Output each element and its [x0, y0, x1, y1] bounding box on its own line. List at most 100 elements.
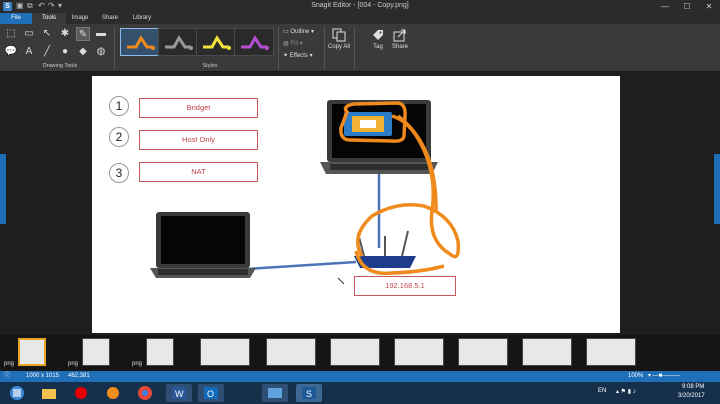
- tray-thumb-7[interactable]: [394, 338, 444, 366]
- svg-text:S: S: [306, 389, 312, 399]
- zoom-level[interactable]: 100%: [628, 371, 643, 382]
- step-tool-icon[interactable]: ●: [58, 45, 72, 59]
- minimize-button[interactable]: —: [654, 0, 676, 13]
- yellow-pen-style-icon: [203, 35, 231, 50]
- file-explorer-icon[interactable]: [36, 384, 62, 402]
- windows-taskbar: W O S EN ▴ ⚑ ▮ ♪ 9:08 PM 3/20/2017: [0, 382, 720, 404]
- cursor-icon: [337, 277, 345, 285]
- tray-thumb-1[interactable]: [18, 338, 46, 366]
- selection-tool-icon[interactable]: ⬚: [4, 27, 18, 41]
- tray-label: png: [132, 361, 143, 367]
- tray-thumb-9[interactable]: [522, 338, 572, 366]
- copy-all-label: Copy All: [327, 44, 350, 50]
- tray-thumb-3[interactable]: [146, 338, 174, 366]
- effects-label: Effects: [289, 53, 308, 59]
- windows-explorer-icon[interactable]: [262, 384, 288, 402]
- tray-thumb-5[interactable]: [266, 338, 316, 366]
- media-player-icon[interactable]: [100, 384, 126, 402]
- zoom-slider[interactable]: ▾ —■———: [648, 371, 680, 382]
- tray-thumb-4[interactable]: [200, 338, 250, 366]
- callout-tool-icon[interactable]: ▭: [22, 27, 36, 41]
- speech-bubble-icon[interactable]: 💬: [4, 45, 18, 59]
- share-icon: [393, 29, 406, 42]
- style-yellow[interactable]: [196, 28, 236, 56]
- vodafone-icon[interactable]: [68, 384, 94, 402]
- language-indicator[interactable]: EN: [598, 388, 606, 394]
- tab-file[interactable]: File: [0, 13, 32, 24]
- outline-label: Outline: [290, 29, 310, 35]
- clock-date[interactable]: 3/20/2017: [678, 393, 705, 399]
- tray-label: png: [4, 361, 15, 367]
- tag-button[interactable]: Tag: [366, 28, 390, 50]
- svg-text:W: W: [175, 389, 184, 399]
- tray-thumb-2[interactable]: [82, 338, 110, 366]
- share-button[interactable]: Share: [388, 28, 412, 50]
- system-tray-icons[interactable]: ▴ ⚑ ▮ ♪: [616, 388, 636, 395]
- image-canvas[interactable]: 1 2 3 Bridget Host Only NAT 192.168.5.1: [92, 76, 620, 333]
- window-title: Snagit Editor - [004 - Copy.png]: [311, 2, 409, 9]
- ribbon: ⬚ ▭ ↖ ✱ ✎ ▬ 💬 A ╱ ● ◆ ◍ Drawing Tools St…: [0, 24, 720, 72]
- effects-icon: ✦: [283, 53, 290, 59]
- arrow-tool-icon[interactable]: ↖: [40, 27, 54, 41]
- styles-label: Styles: [202, 63, 218, 69]
- svg-text:O: O: [207, 389, 214, 399]
- snagit-editor-window: S ▣ ⧉ ↶ ↷ ▾ Snagit Editor - [004 - Copy.…: [0, 0, 720, 404]
- style-orange[interactable]: [120, 28, 160, 56]
- tab-library[interactable]: Library: [126, 13, 158, 24]
- outlook-icon[interactable]: O: [198, 384, 224, 402]
- divider: [354, 26, 355, 70]
- maximize-button[interactable]: ☐: [676, 0, 698, 13]
- tray-thumb-10[interactable]: [586, 338, 636, 366]
- divider: [278, 26, 279, 70]
- tag-icon: [373, 30, 383, 40]
- workspace: 1 2 3 Bridget Host Only NAT 192.168.5.1: [0, 72, 720, 335]
- clock-time[interactable]: 9:08 PM: [682, 384, 704, 390]
- orange-pen-style-icon: [127, 35, 155, 50]
- tray-label: png: [68, 361, 79, 367]
- drawing-tools-group: ⬚ ▭ ↖ ✱ ✎ ▬ 💬 A ╱ ● ◆ ◍: [4, 27, 112, 61]
- title-bar: S ▣ ⧉ ↶ ↷ ▾ Snagit Editor - [004 - Copy.…: [0, 0, 720, 13]
- effects-button[interactable]: ✦ Effects ▾: [283, 52, 313, 59]
- tab-share[interactable]: Share: [96, 13, 124, 24]
- ribbon-tabs: File Tools Image Share Library: [0, 13, 720, 24]
- tray-thumb-6[interactable]: [330, 338, 380, 366]
- gray-pen-style-icon: [165, 35, 193, 50]
- word-icon[interactable]: W: [166, 384, 192, 402]
- tray-thumb-8[interactable]: [458, 338, 508, 366]
- drawing-tools-label: Drawing Tools: [42, 63, 78, 69]
- left-panel-toggle[interactable]: [0, 154, 6, 224]
- pen-tool-icon[interactable]: ✎: [76, 27, 90, 41]
- eraser-tool-icon[interactable]: ◆: [76, 45, 90, 59]
- text-tool-icon[interactable]: A: [22, 45, 36, 59]
- router-icon: [354, 230, 416, 268]
- share-label: Share: [391, 44, 408, 50]
- copy-all-icon: [332, 28, 346, 42]
- thumbnail-tray: png png png: [0, 335, 720, 371]
- stamp-tool-icon[interactable]: ✱: [58, 27, 72, 41]
- top-laptop-icon: [320, 100, 438, 174]
- chrome-icon[interactable]: [132, 384, 158, 402]
- divider: [114, 26, 115, 70]
- tag-label: Tag: [373, 44, 383, 50]
- outline-button[interactable]: ▭ Outline ▾: [283, 28, 314, 35]
- tab-image[interactable]: Image: [66, 13, 94, 24]
- tab-tools[interactable]: Tools: [32, 13, 66, 24]
- style-purple[interactable]: [234, 28, 274, 56]
- status-bar: ⓘ 1000 x 1015 462,381 100% ▾ —■———: [0, 371, 720, 382]
- cursor-coordinates: 462,381: [68, 373, 90, 379]
- windows-start-icon[interactable]: [4, 384, 30, 402]
- line-tool-icon[interactable]: ╱: [40, 45, 54, 59]
- divider: [324, 26, 325, 70]
- style-gray[interactable]: [158, 28, 198, 56]
- highlight-tool-icon[interactable]: ▬: [94, 27, 108, 41]
- image-dimensions: 1000 x 1015: [26, 373, 60, 379]
- info-icon[interactable]: ⓘ: [4, 371, 10, 382]
- purple-pen-style-icon: [241, 35, 269, 50]
- snagit-taskbar-icon[interactable]: S: [296, 384, 322, 402]
- fill-button[interactable]: ▦ Fill ▾: [283, 40, 303, 47]
- copy-all-button[interactable]: Copy All: [327, 28, 351, 50]
- right-panel-toggle[interactable]: [714, 154, 720, 224]
- blur-tool-icon[interactable]: ◍: [94, 45, 108, 59]
- fill-label: Fill: [290, 41, 299, 47]
- close-button[interactable]: ✕: [698, 0, 720, 13]
